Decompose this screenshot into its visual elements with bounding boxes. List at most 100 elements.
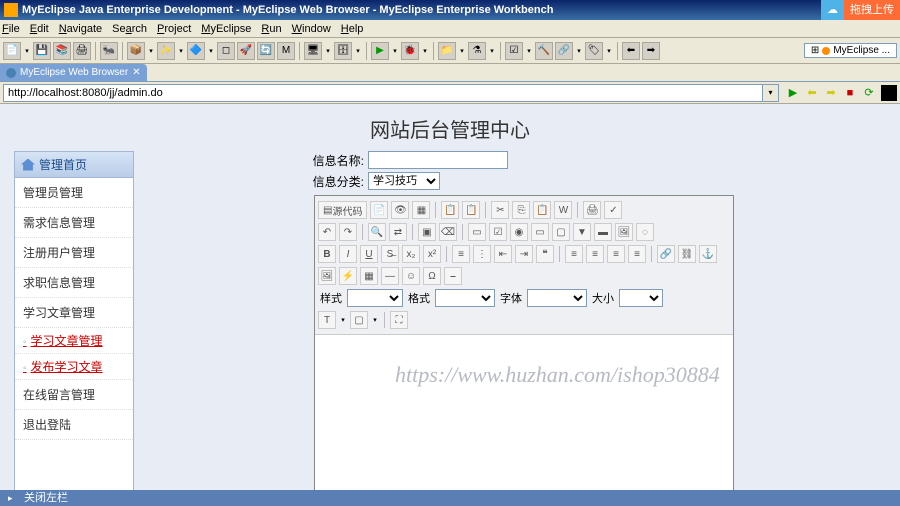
paste-icon[interactable]: 📋 bbox=[441, 201, 459, 219]
sidebar-item-study-manage[interactable]: ◦学习文章管理 bbox=[15, 328, 133, 354]
url-dropdown-icon[interactable]: ▾ bbox=[763, 84, 779, 102]
sidebar-item-study-publish[interactable]: ◦发布学习文章 bbox=[15, 354, 133, 380]
copy-icon[interactable]: ⎘ bbox=[512, 201, 530, 219]
forward-icon[interactable]: ➡ bbox=[642, 42, 660, 60]
removeformat-icon[interactable]: ⌫ bbox=[439, 223, 457, 241]
template-icon[interactable]: ▦ bbox=[412, 201, 430, 219]
size-select[interactable] bbox=[619, 289, 663, 307]
preview-icon[interactable]: 👁 bbox=[391, 201, 409, 219]
menu-edit[interactable]: Edit bbox=[30, 23, 49, 35]
browser-tab[interactable]: MyEclipse Web Browser ✕ bbox=[0, 64, 147, 81]
sub-icon[interactable]: x₂ bbox=[402, 245, 420, 263]
folder-icon[interactable]: 📁 bbox=[438, 42, 456, 60]
url-input[interactable] bbox=[3, 84, 763, 102]
db-icon[interactable]: 🗄 bbox=[334, 42, 352, 60]
paste-word-icon[interactable]: W bbox=[554, 201, 572, 219]
smiley-icon[interactable]: ☺ bbox=[402, 267, 420, 285]
sup-icon[interactable]: x² bbox=[423, 245, 441, 263]
module-icon[interactable]: ◻ bbox=[217, 42, 235, 60]
table-icon[interactable]: ▦ bbox=[360, 267, 378, 285]
button-icon[interactable]: ▬ bbox=[594, 223, 612, 241]
ant-icon[interactable]: 🐜 bbox=[100, 42, 118, 60]
italic-icon[interactable]: I bbox=[339, 245, 357, 263]
left-icon[interactable]: ≡ bbox=[565, 245, 583, 263]
paste-text-icon[interactable]: 📋 bbox=[462, 201, 480, 219]
radio-icon[interactable]: ◉ bbox=[510, 223, 528, 241]
package-icon[interactable]: 📦 bbox=[127, 42, 145, 60]
server-icon[interactable]: 🖥 bbox=[304, 42, 322, 60]
outdent-icon[interactable]: ⇤ bbox=[494, 245, 512, 263]
sidebar-item-messages[interactable]: 在线留言管理 bbox=[15, 380, 133, 410]
memory-icon[interactable]: M bbox=[277, 42, 295, 60]
task-icon[interactable]: ☑ bbox=[505, 42, 523, 60]
anchor-icon[interactable]: ⚓ bbox=[699, 245, 717, 263]
sidebar-item-admin[interactable]: 管理员管理 bbox=[15, 178, 133, 208]
save-all-icon[interactable]: 📚 bbox=[53, 42, 71, 60]
ol-icon[interactable]: ≡ bbox=[452, 245, 470, 263]
upload-button[interactable]: 拖拽上传 bbox=[844, 0, 900, 20]
replace-icon[interactable]: ⇄ bbox=[389, 223, 407, 241]
sidebar-header[interactable]: 管理首页 bbox=[15, 152, 133, 178]
save-icon[interactable]: 💾 bbox=[33, 42, 51, 60]
underline-icon[interactable]: U bbox=[360, 245, 378, 263]
cloud-button[interactable]: ☁ bbox=[821, 0, 844, 20]
redo-icon[interactable]: ↷ bbox=[339, 223, 357, 241]
textfield-icon[interactable]: ▭ bbox=[531, 223, 549, 241]
type-icon[interactable]: 🔷 bbox=[187, 42, 205, 60]
source-button[interactable]: ▤ 源代码 bbox=[318, 201, 367, 219]
spell-icon[interactable]: ✓ bbox=[604, 201, 622, 219]
checkbox-icon[interactable]: ☑ bbox=[489, 223, 507, 241]
paste2-icon[interactable]: 📋 bbox=[533, 201, 551, 219]
print-icon[interactable]: 🖨 bbox=[583, 201, 601, 219]
run-icon[interactable]: ▶ bbox=[371, 42, 389, 60]
menu-search[interactable]: Search bbox=[112, 23, 147, 35]
refresh-icon[interactable]: 🔄 bbox=[257, 42, 275, 60]
menu-myeclipse[interactable]: MyEclipse bbox=[201, 23, 251, 35]
textcolor-icon[interactable]: T bbox=[318, 311, 336, 329]
go-icon[interactable]: ▶ bbox=[785, 85, 801, 101]
sidebar-item-logout[interactable]: 退出登陆 bbox=[15, 410, 133, 440]
unlink-icon[interactable]: ⛓ bbox=[678, 245, 696, 263]
hr-icon[interactable]: — bbox=[381, 267, 399, 285]
link-icon[interactable]: 🔗 bbox=[657, 245, 675, 263]
category-select[interactable]: 学习技巧 bbox=[368, 172, 440, 190]
reload-icon[interactable]: ⟳ bbox=[861, 85, 877, 101]
menu-run[interactable]: Run bbox=[261, 23, 281, 35]
textarea-icon[interactable]: ▢ bbox=[552, 223, 570, 241]
newpage-icon[interactable]: 📄 bbox=[370, 201, 388, 219]
select-icon[interactable]: ▼ bbox=[573, 223, 591, 241]
form-icon[interactable]: ▭ bbox=[468, 223, 486, 241]
deploy-icon[interactable]: 🚀 bbox=[237, 42, 255, 60]
perspective-button[interactable]: ⊞ MyEclipse ... bbox=[804, 43, 897, 58]
pagebreak-icon[interactable]: ⎯ bbox=[444, 267, 462, 285]
undo-icon[interactable]: ↶ bbox=[318, 223, 336, 241]
filter-icon[interactable]: ⚗ bbox=[468, 42, 486, 60]
bgcolor-icon[interactable]: ▢ bbox=[350, 311, 368, 329]
bold-icon[interactable]: B bbox=[318, 245, 336, 263]
menu-navigate[interactable]: Navigate bbox=[59, 23, 102, 35]
strike-icon[interactable]: S̶ bbox=[381, 245, 399, 263]
style-select[interactable] bbox=[347, 289, 403, 307]
find-icon[interactable]: 🔍 bbox=[368, 223, 386, 241]
stop-icon[interactable]: ■ bbox=[842, 85, 858, 101]
specialchar-icon[interactable]: Ω bbox=[423, 267, 441, 285]
back-icon[interactable]: ⬅ bbox=[622, 42, 640, 60]
right-icon[interactable]: ≡ bbox=[607, 245, 625, 263]
selectall-icon[interactable]: ▣ bbox=[418, 223, 436, 241]
ul-icon[interactable]: ⋮ bbox=[473, 245, 491, 263]
browser-forward-icon[interactable]: ➡ bbox=[823, 85, 839, 101]
wizard-icon[interactable]: ✨ bbox=[157, 42, 175, 60]
new-icon[interactable]: 📄 bbox=[3, 42, 21, 60]
menu-help[interactable]: Help bbox=[341, 23, 364, 35]
menu-file[interactable]: File bbox=[2, 23, 20, 35]
justify-icon[interactable]: ≡ bbox=[628, 245, 646, 263]
imagebutton-icon[interactable]: 🖼 bbox=[615, 223, 633, 241]
close-tab-icon[interactable]: ✕ bbox=[132, 67, 140, 78]
maximize-icon[interactable] bbox=[881, 85, 897, 101]
debug-icon[interactable]: 🐞 bbox=[401, 42, 419, 60]
name-input[interactable] bbox=[368, 151, 508, 169]
print-icon[interactable]: 🖨 bbox=[73, 42, 91, 60]
sidebar-item-users[interactable]: 注册用户管理 bbox=[15, 238, 133, 268]
menu-project[interactable]: Project bbox=[157, 23, 191, 35]
image-icon[interactable]: 🖼 bbox=[318, 267, 336, 285]
